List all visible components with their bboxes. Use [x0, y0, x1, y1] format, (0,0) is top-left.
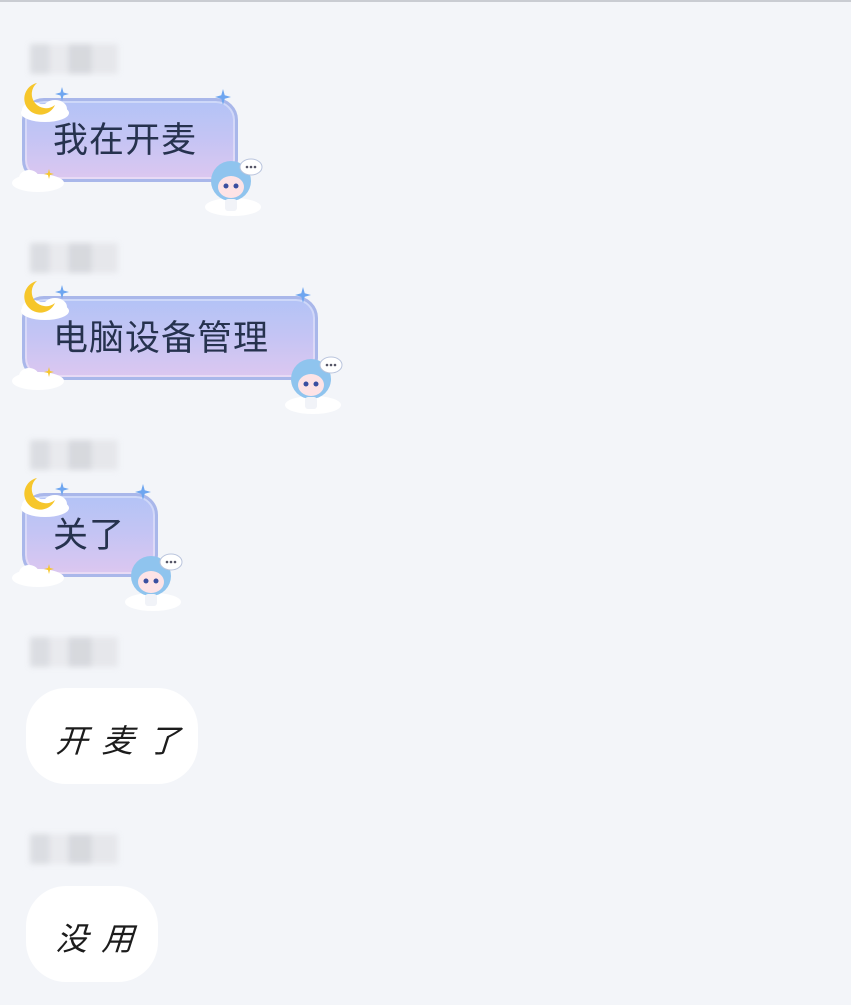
sparkle-icon	[55, 482, 69, 496]
message-bubble[interactable]: 关了	[12, 478, 183, 611]
cloud-icon	[12, 169, 64, 192]
message-bubble[interactable]: 我在开麦	[12, 83, 263, 216]
message-bubble[interactable]: 没用	[26, 886, 158, 982]
mascot-icon	[125, 553, 183, 611]
sender-name-blurred	[30, 637, 118, 667]
sender-name-blurred	[30, 243, 118, 273]
sparkle-icon	[295, 287, 311, 303]
mascot-icon	[285, 356, 343, 414]
chat-message-list[interactable]: 我在开麦 电脑设备管理 关了 开麦了 没用	[0, 0, 851, 1005]
message-text: 关了	[53, 516, 126, 556]
message-text: 开麦了	[54, 722, 196, 760]
cloud-icon	[12, 564, 64, 587]
sparkle-icon	[55, 87, 69, 101]
moon-icon	[21, 83, 69, 122]
moon-icon	[21, 281, 69, 320]
message-text: 我在开麦	[53, 121, 198, 161]
sparkle-icon	[135, 484, 151, 500]
sparkle-icon	[55, 285, 69, 299]
message-text: 没用	[54, 920, 150, 958]
mascot-icon	[205, 158, 263, 216]
sender-name-blurred	[30, 440, 118, 470]
moon-icon	[21, 478, 69, 517]
message-bubble[interactable]: 开麦了	[26, 688, 198, 784]
sender-name-blurred	[30, 44, 118, 74]
message-bubble[interactable]: 电脑设备管理	[12, 281, 343, 414]
cloud-icon	[12, 367, 64, 390]
message-text: 电脑设备管理	[53, 319, 270, 359]
sender-name-blurred	[30, 834, 118, 864]
sparkle-icon	[215, 89, 231, 105]
